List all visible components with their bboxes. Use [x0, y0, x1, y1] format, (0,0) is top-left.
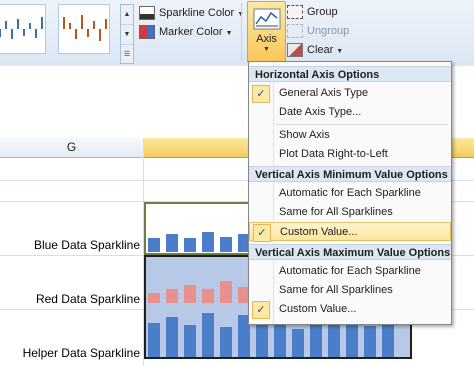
ungroup-icon — [287, 24, 303, 39]
ribbon: ▲ ▼ ☰ Sparkline Color▼ Marker Color▼ Axi… — [0, 0, 474, 67]
marker-color-label: Marker Color — [159, 26, 223, 38]
gallery-more-icon[interactable]: ☰ — [121, 45, 133, 64]
spark-bar — [292, 329, 304, 357]
row-label-blue: Blue Data Sparkline — [33, 238, 140, 252]
menu-item-vmin-custom[interactable]: ✓ Custom Value... — [249, 222, 451, 242]
menu-item-date-axis-type[interactable]: Date Axis Type... — [249, 103, 451, 122]
spark-bar — [220, 281, 232, 303]
spark-bar — [184, 285, 196, 303]
pen-icon — [139, 6, 155, 21]
spark-bar — [166, 317, 178, 357]
marker-color-icon — [139, 25, 155, 40]
axis-button[interactable]: Axis ▼ — [247, 1, 286, 63]
style-gallery-scroll[interactable]: ▲ ▼ ☰ — [120, 4, 134, 64]
spark-bar — [184, 325, 196, 357]
check-icon: ✓ — [253, 224, 271, 242]
spark-bar — [184, 238, 196, 252]
spark-bar — [220, 327, 232, 357]
menu-item-label: Date Axis Type... — [279, 106, 362, 118]
spark-bar — [148, 323, 160, 357]
group-button[interactable]: Group — [287, 3, 338, 21]
spark-bar — [364, 326, 376, 357]
menu-item-vmin-same[interactable]: Same for All Sparklines — [249, 203, 451, 222]
spark-bar — [256, 321, 268, 357]
ribbon-separator — [241, 3, 242, 61]
menu-item-show-axis[interactable]: Show Axis — [249, 126, 451, 145]
spark-bar — [202, 289, 214, 303]
menu-item-label: Custom Value... — [279, 303, 357, 315]
check-icon: ✓ — [252, 301, 270, 319]
menu-item-general-axis-type[interactable]: ✓ General Axis Type — [249, 84, 451, 103]
menu-item-label: Automatic for Each Sparkline — [279, 187, 421, 199]
menu-item-plot-rtl[interactable]: Plot Data Right-to-Left — [249, 145, 451, 164]
spark-bar — [202, 232, 214, 252]
column-g-label: G — [66, 140, 77, 154]
menu-item-label: Custom Value... — [280, 226, 358, 238]
chevron-down-icon: ▼ — [263, 46, 270, 53]
sparkline-style-blue[interactable] — [0, 4, 46, 54]
spark-bar — [166, 234, 178, 252]
menu-item-label: General Axis Type — [279, 87, 369, 99]
menu-item-vmax-same[interactable]: Same for All Sparklines — [249, 281, 451, 300]
sparkline-style-orange-preview — [63, 15, 107, 41]
menu-item-vmax-custom[interactable]: ✓ Custom Value... — [249, 300, 451, 319]
ungroup-label: Ungroup — [307, 25, 350, 37]
clear-label: Clear — [307, 44, 334, 56]
menu-item-label: Same for All Sparklines — [279, 284, 393, 296]
row-label-helper: Helper Data Sparkline — [22, 346, 140, 360]
spark-bar — [148, 293, 160, 303]
scroll-down-icon[interactable]: ▼ — [121, 25, 133, 45]
spark-bar — [220, 237, 232, 252]
menu-item-vmax-automatic[interactable]: Automatic for Each Sparkline — [249, 262, 451, 281]
menu-header-horizontal: Horizontal Axis Options — [249, 66, 451, 82]
sparkline-color-button[interactable]: Sparkline Color▼ — [139, 4, 244, 22]
clear-button[interactable]: Clear ▼ — [287, 41, 343, 59]
chevron-down-icon: ▼ — [225, 30, 233, 37]
menu-header-vertical-min: Vertical Axis Minimum Value Options — [249, 166, 451, 182]
spark-bar — [328, 324, 340, 357]
spark-bar — [202, 313, 214, 357]
menu-item-label: Plot Data Right-to-Left — [279, 148, 388, 160]
spark-bar — [148, 238, 160, 252]
menu-item-label: Automatic for Each Sparkline — [279, 265, 421, 277]
axis-icon — [253, 8, 280, 30]
menu-item-label: Show Axis — [279, 129, 330, 141]
group-icon — [287, 5, 303, 20]
scroll-up-icon[interactable]: ▲ — [121, 5, 133, 25]
axis-menu: Horizontal Axis Options ✓ General Axis T… — [248, 61, 452, 325]
row-label-red: Red Data Sparkline — [35, 292, 140, 306]
sparkline-style-blue-preview — [0, 17, 43, 39]
marker-color-button[interactable]: Marker Color ▼ — [139, 23, 233, 41]
sparkline-style-orange[interactable] — [58, 4, 110, 54]
ungroup-button[interactable]: Ungroup — [287, 22, 349, 40]
axis-label: Axis — [256, 33, 277, 45]
menu-item-vmin-automatic[interactable]: Automatic for Each Sparkline — [249, 184, 451, 203]
menu-header-vertical-max: Vertical Axis Maximum Value Options — [249, 244, 451, 260]
spark-bar — [166, 289, 178, 303]
group-label: Group — [307, 6, 338, 18]
check-icon: ✓ — [252, 85, 270, 103]
chevron-down-icon: ▼ — [336, 48, 344, 55]
menu-separator — [276, 124, 448, 125]
sparkline-color-label: Sparkline Color — [159, 7, 235, 19]
menu-item-label: Same for All Sparklines — [279, 206, 393, 218]
column-header-g[interactable]: G — [0, 138, 143, 158]
eraser-icon — [287, 43, 303, 58]
